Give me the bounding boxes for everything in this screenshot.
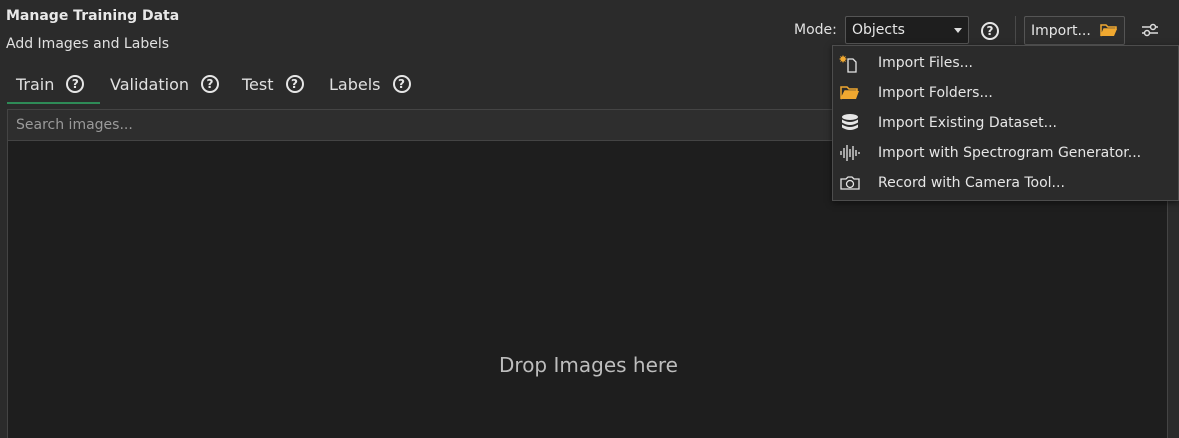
menu-item-label: Record with Camera Tool... bbox=[878, 175, 1065, 191]
toolbar-separator bbox=[1015, 16, 1016, 44]
menu-item-import-existing-dataset[interactable]: Import Existing Dataset... bbox=[833, 108, 1178, 138]
import-button-label: Import... bbox=[1031, 22, 1091, 39]
page-title: Manage Training Data bbox=[6, 8, 180, 24]
tab-train[interactable]: Train ? bbox=[16, 64, 85, 104]
mode-help-icon[interactable]: ? bbox=[981, 22, 999, 40]
mode-select[interactable]: Objects bbox=[845, 16, 969, 44]
mode-select-value: Objects bbox=[852, 22, 905, 38]
search-placeholder: Search images... bbox=[16, 117, 133, 133]
camera-icon bbox=[840, 176, 860, 190]
menu-item-label: Import Existing Dataset... bbox=[878, 115, 1057, 131]
menu-item-import-folders[interactable]: Import Folders... bbox=[833, 78, 1178, 108]
help-icon[interactable]: ? bbox=[392, 75, 411, 93]
tab-label: Test bbox=[242, 74, 274, 94]
spectrogram-icon bbox=[840, 145, 860, 161]
tab-label: Train bbox=[16, 74, 55, 94]
folder-open-icon bbox=[1100, 24, 1117, 37]
menu-item-label: Import with Spectrogram Generator... bbox=[878, 145, 1142, 161]
import-button[interactable]: Import... bbox=[1024, 16, 1125, 45]
help-icon[interactable]: ? bbox=[285, 75, 304, 93]
chevron-down-icon bbox=[954, 28, 962, 33]
mode-label: Mode: bbox=[794, 22, 837, 38]
help-icon[interactable]: ? bbox=[66, 75, 85, 93]
import-files-icon bbox=[839, 55, 857, 73]
tab-validation[interactable]: Validation ? bbox=[110, 64, 220, 104]
menu-item-label: Import Files... bbox=[878, 55, 973, 71]
menu-item-record-camera[interactable]: Record with Camera Tool... bbox=[833, 168, 1178, 198]
tab-label: Labels bbox=[329, 74, 381, 94]
menu-item-import-files[interactable]: Import Files... bbox=[833, 48, 1178, 78]
settings-sliders-icon[interactable] bbox=[1140, 20, 1160, 40]
tab-selected-indicator bbox=[7, 102, 100, 104]
help-icon[interactable]: ? bbox=[201, 75, 220, 93]
import-menu: Import Files... Import Folders... Import… bbox=[832, 45, 1179, 201]
tab-labels[interactable]: Labels ? bbox=[329, 64, 411, 104]
drop-zone-text: Drop Images here bbox=[499, 353, 678, 377]
page-subtitle: Add Images and Labels bbox=[6, 36, 169, 52]
database-icon bbox=[842, 114, 858, 130]
folder-icon bbox=[840, 86, 859, 100]
tab-label: Validation bbox=[110, 74, 190, 94]
menu-item-import-spectrogram[interactable]: Import with Spectrogram Generator... bbox=[833, 138, 1178, 168]
tab-test[interactable]: Test ? bbox=[242, 64, 304, 104]
menu-item-label: Import Folders... bbox=[878, 85, 993, 101]
